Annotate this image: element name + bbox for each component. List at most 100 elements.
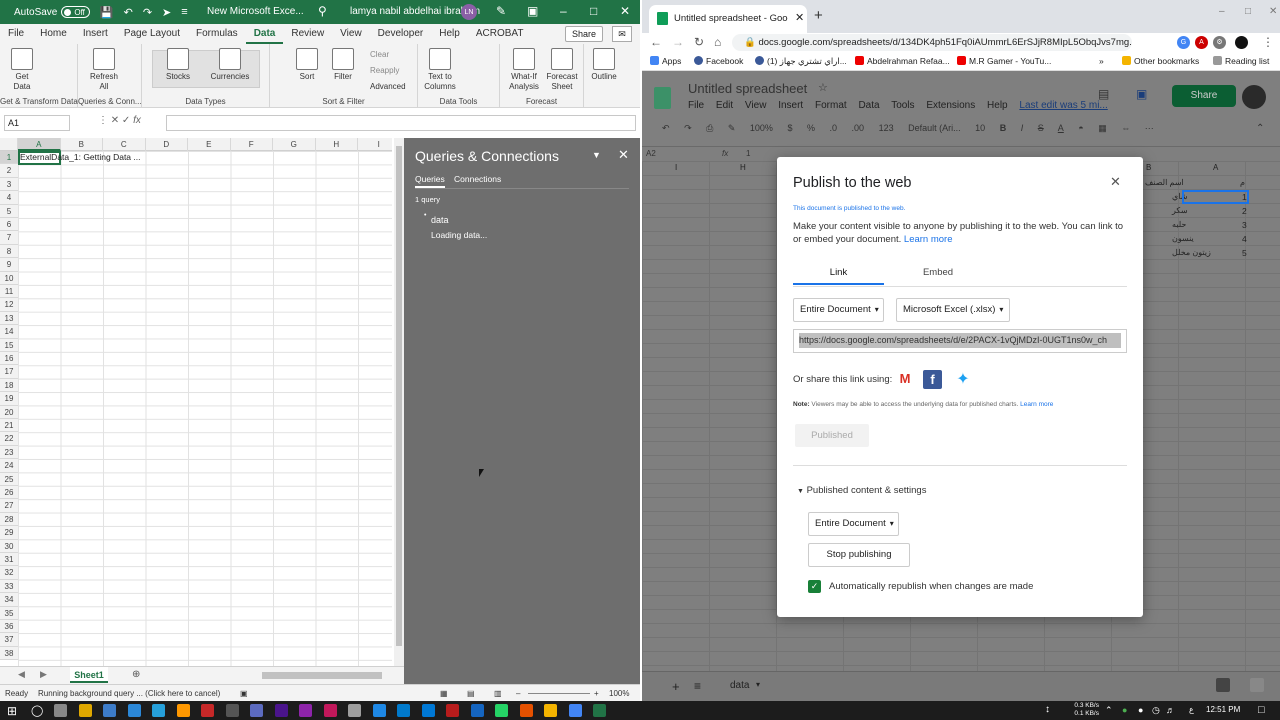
stop-publishing-button[interactable]: Stop publishing bbox=[808, 543, 910, 567]
fx-icon[interactable]: ⋮ ✕ ✓ fx bbox=[98, 115, 141, 126]
maximize-icon[interactable]: □ bbox=[590, 4, 597, 18]
chrome-menu-icon[interactable]: ⋮ bbox=[1262, 35, 1274, 49]
comment-history-icon[interactable]: ▤ bbox=[1098, 87, 1109, 101]
row-header[interactable]: 4 bbox=[0, 191, 18, 205]
side-panel-icon[interactable] bbox=[1250, 678, 1264, 692]
tab-review[interactable]: Review bbox=[283, 24, 332, 44]
tab-connections[interactable]: Connections bbox=[454, 174, 501, 184]
bookmark-abdelrahman[interactable]: Abdelrahman Refaa... bbox=[855, 56, 950, 66]
row-header[interactable]: 6 bbox=[0, 218, 18, 232]
row-header[interactable]: 21 bbox=[0, 419, 18, 433]
taskbar-vscode-icon[interactable] bbox=[397, 704, 410, 717]
pointer-mode-icon[interactable]: ➤ bbox=[162, 6, 171, 19]
collapse-toolbar-icon[interactable]: ⌃ bbox=[1256, 123, 1264, 134]
browser-tab[interactable]: Untitled spreadsheet - Google S... ✕ bbox=[649, 5, 807, 33]
bookmark-apps[interactable]: Apps bbox=[650, 56, 681, 66]
row-header[interactable]: 5 bbox=[0, 204, 18, 218]
menu-tools[interactable]: Tools bbox=[891, 100, 914, 111]
ribbon-display-icon[interactable]: ▣ bbox=[527, 4, 538, 18]
last-edit-link[interactable]: Last edit was 5 mi... bbox=[1019, 100, 1107, 111]
row-header[interactable]: 29 bbox=[0, 526, 18, 540]
share-button[interactable]: Share bbox=[1172, 85, 1236, 107]
column-header[interactable]: B bbox=[61, 138, 103, 151]
menu-format[interactable]: Format bbox=[815, 100, 847, 111]
row-header[interactable]: 13 bbox=[0, 311, 18, 326]
row-header[interactable]: 15 bbox=[0, 338, 18, 352]
index-cell[interactable]: 2 bbox=[1242, 206, 1247, 216]
star-icon[interactable]: ☆ bbox=[818, 81, 828, 94]
formula-value[interactable]: 1 bbox=[746, 149, 750, 158]
explore-icon[interactable] bbox=[1216, 678, 1230, 692]
tab-file[interactable]: File bbox=[0, 24, 32, 44]
cell-reference[interactable]: A2 bbox=[646, 149, 656, 158]
autosave-toggle[interactable]: Off bbox=[61, 6, 90, 18]
column-header[interactable]: G bbox=[273, 138, 316, 151]
column-header[interactable]: F bbox=[231, 138, 273, 151]
menu-edit[interactable]: Edit bbox=[716, 100, 733, 111]
column-header[interactable]: D bbox=[146, 138, 188, 151]
more-icon[interactable]: ⋯ bbox=[1145, 123, 1154, 133]
row-header[interactable]: 11 bbox=[0, 285, 18, 299]
row-header[interactable]: 2 bbox=[0, 164, 18, 178]
url-bar[interactable]: 🔒 docs.google.com/spreadsheets/d/134DK4p… bbox=[732, 34, 1132, 51]
row-header[interactable]: 19 bbox=[0, 392, 18, 406]
row-header[interactable]: 37 bbox=[0, 633, 18, 647]
taskbar-excel-icon[interactable] bbox=[593, 704, 606, 717]
twitter-icon[interactable]: ✦ bbox=[952, 370, 974, 389]
search-icon[interactable]: ◯ bbox=[31, 704, 43, 717]
index-cell[interactable]: 5 bbox=[1242, 248, 1247, 258]
menu-extensions[interactable]: Extensions bbox=[926, 100, 975, 111]
spreadsheet-title[interactable]: Untitled spreadsheet bbox=[688, 81, 807, 96]
row-header[interactable]: 33 bbox=[0, 579, 18, 594]
zoom-in-icon[interactable]: + bbox=[594, 689, 599, 698]
row-header[interactable]: 35 bbox=[0, 606, 18, 620]
translate-icon[interactable]: G bbox=[1177, 36, 1190, 49]
sheet-tab-menu-icon[interactable]: ▾ bbox=[756, 680, 760, 689]
row-header[interactable]: 3 bbox=[0, 177, 18, 192]
font-select[interactable]: Default (Ari... bbox=[908, 123, 961, 133]
add-sheet-icon[interactable]: + bbox=[672, 679, 680, 694]
excel-filename[interactable]: New Microsoft Exce... bbox=[207, 6, 304, 17]
text-color-icon[interactable]: A bbox=[1058, 123, 1064, 133]
strikethrough-icon[interactable]: S bbox=[1038, 123, 1044, 133]
document-select[interactable]: Entire Document bbox=[793, 298, 884, 322]
tab-formulas[interactable]: Formulas bbox=[188, 24, 246, 44]
macro-icon[interactable]: ▣ bbox=[240, 689, 248, 698]
extensions-icon[interactable]: ⚙ bbox=[1213, 36, 1226, 49]
taskbar-edge-icon[interactable] bbox=[152, 704, 165, 717]
next-sheet-icon[interactable]: ▶ bbox=[40, 669, 47, 680]
item-name-cell[interactable]: ينسون bbox=[1172, 234, 1194, 243]
row-header[interactable]: 26 bbox=[0, 486, 18, 500]
tab-insert[interactable]: Insert bbox=[75, 24, 116, 44]
note-learn-more-link[interactable]: Learn more bbox=[1020, 401, 1053, 408]
tab-home[interactable]: Home bbox=[32, 24, 75, 44]
tray-shield-icon[interactable]: ● bbox=[1122, 705, 1127, 715]
adblock-icon[interactable]: A bbox=[1195, 36, 1208, 49]
zoom-select[interactable]: 100% bbox=[750, 123, 773, 133]
tab-view[interactable]: View bbox=[332, 24, 370, 44]
filter-button[interactable]: Filter bbox=[328, 48, 358, 82]
row-header[interactable]: 7 bbox=[0, 231, 18, 245]
maximize-icon[interactable]: □ bbox=[1245, 6, 1251, 17]
avatar[interactable]: LN bbox=[461, 4, 477, 20]
reload-icon[interactable]: ↻ bbox=[694, 35, 704, 49]
page-break-icon[interactable]: ▥ bbox=[494, 689, 502, 698]
search-icon[interactable]: ⚲ bbox=[318, 4, 327, 18]
name-box[interactable]: A1 bbox=[4, 115, 70, 131]
clear-button[interactable]: Clear bbox=[370, 50, 389, 59]
close-icon[interactable]: ✕ bbox=[618, 147, 629, 163]
tab-acrobat[interactable]: ACROBAT bbox=[468, 24, 532, 44]
taskbar-task-view-icon[interactable] bbox=[54, 704, 67, 717]
taskbar-folder-icon[interactable] bbox=[544, 704, 557, 717]
learn-more-link[interactable]: Learn more bbox=[904, 234, 953, 245]
row-header[interactable]: 28 bbox=[0, 512, 18, 527]
forward-icon[interactable]: → bbox=[672, 35, 684, 49]
share-button[interactable]: Share bbox=[565, 26, 604, 42]
borders-icon[interactable]: ▦ bbox=[1098, 123, 1107, 133]
row-header[interactable]: 9 bbox=[0, 258, 18, 272]
format-select[interactable]: Microsoft Excel (.xlsx) bbox=[896, 298, 1010, 322]
taskbar-word-icon[interactable] bbox=[421, 704, 435, 717]
save-icon[interactable]: 💾 bbox=[100, 6, 114, 19]
column-header[interactable]: C bbox=[103, 138, 146, 151]
row-header[interactable]: 12 bbox=[0, 298, 18, 312]
